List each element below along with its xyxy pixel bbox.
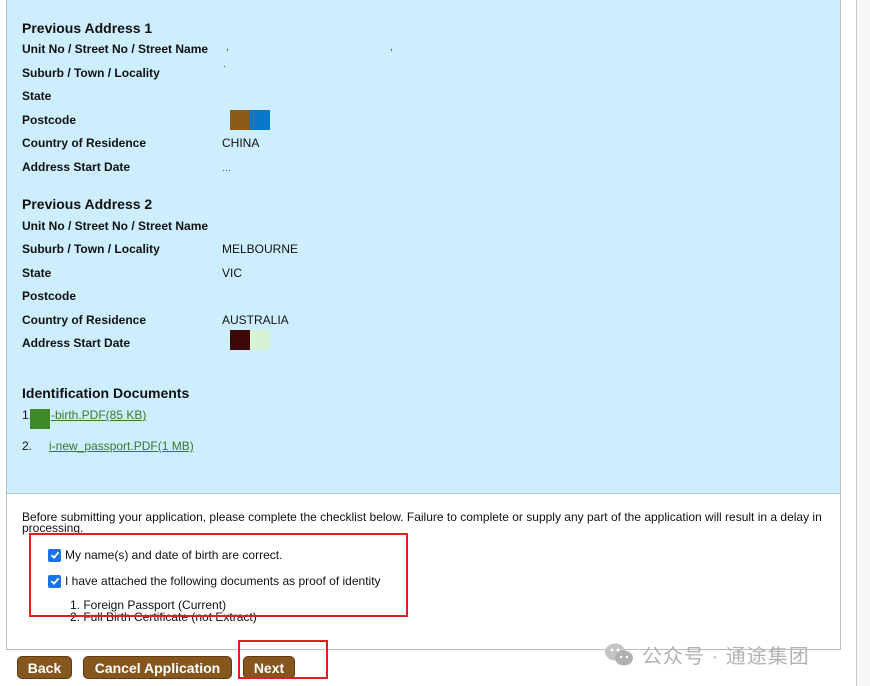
pa1-street-value: ,	[226, 42, 229, 53]
checklist-item-label: I have attached the following documents …	[65, 574, 381, 588]
previous-address-1-title: Previous Address 1	[22, 20, 153, 36]
pa2-country-label: Country of Residence	[22, 313, 147, 327]
pa2-country-value: AUSTRALIA	[222, 313, 289, 327]
pa2-suburb-label: Suburb / Town / Locality	[22, 242, 160, 256]
document-number: 2.	[22, 439, 33, 453]
pa2-suburb-value: MELBOURNE	[222, 242, 299, 256]
checkmark-icon	[50, 551, 59, 559]
birth-certificate-file-link[interactable]: -birth.PDF(85 KB)	[51, 408, 146, 422]
checklist-item-name-dob[interactable]: My name(s) and date of birth are correct…	[48, 548, 282, 562]
redaction-block	[250, 330, 270, 350]
checkmark-icon	[50, 577, 59, 585]
passport-file-link[interactable]: i-new_passport.PDF(1 MB)	[49, 439, 194, 453]
identification-documents-title: Identification Documents	[22, 385, 190, 401]
checklist-item-proof-of-identity[interactable]: I have attached the following documents …	[48, 574, 381, 588]
checklist-item-label: My name(s) and date of birth are correct…	[65, 548, 283, 562]
checkbox-checked[interactable]	[48, 574, 61, 588]
pa1-state-label: State	[22, 89, 52, 103]
pa1-start-date-value: …	[222, 163, 231, 173]
next-button[interactable]: Next	[243, 656, 295, 679]
pa1-start-date-label: Address Start Date	[22, 160, 131, 174]
watermark: 公众号 · 通途集团	[604, 640, 810, 669]
back-button[interactable]: Back	[17, 656, 72, 679]
pa2-state-label: State	[22, 266, 52, 280]
watermark-text: 公众号 · 通途集团	[642, 646, 810, 668]
scrollbar-track[interactable]	[856, 0, 870, 686]
redaction-block	[230, 330, 250, 350]
pa1-suburb-value: .	[223, 59, 226, 70]
pa1-country-label: Country of Residence	[22, 136, 147, 150]
redaction-block	[30, 409, 50, 429]
pa2-state-value: VIC	[222, 266, 243, 280]
pa1-country-value: CHINA	[222, 136, 260, 150]
previous-address-2-title: Previous Address 2	[22, 196, 153, 212]
redaction-block	[230, 110, 250, 130]
pa1-street-label: Unit No / Street No / Street Name	[22, 42, 209, 56]
pa2-start-date-label: Address Start Date	[22, 336, 131, 350]
proof-list-item: 2. Full Birth Certificate (not Extract)	[70, 610, 257, 624]
wechat-icon	[605, 643, 633, 665]
pa2-street-label: Unit No / Street No / Street Name	[22, 219, 209, 233]
pa1-postcode-label: Postcode	[22, 113, 77, 127]
checkbox-checked[interactable]	[48, 548, 61, 562]
pa1-suburb-label: Suburb / Town / Locality	[22, 66, 160, 80]
pa1-street-value-2: ,	[390, 42, 393, 53]
checklist-instructions: Before submitting your application, plea…	[22, 510, 822, 535]
redaction-block	[250, 110, 270, 130]
cancel-application-button[interactable]: Cancel Application	[83, 656, 232, 679]
pa2-postcode-label: Postcode	[22, 289, 77, 303]
